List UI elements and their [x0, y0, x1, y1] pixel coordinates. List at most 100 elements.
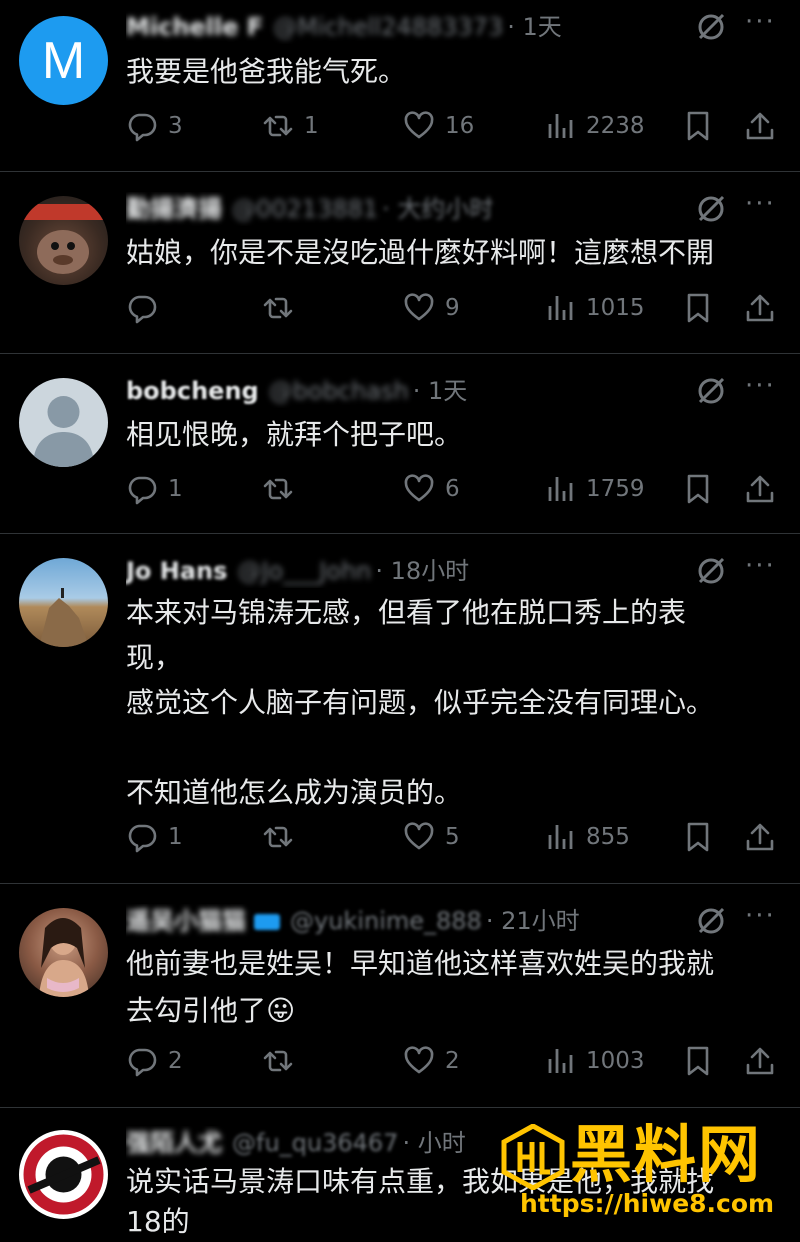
- timestamp[interactable]: · 大约小时: [382, 195, 493, 223]
- more-icon[interactable]: ···: [745, 553, 781, 588]
- retweet-icon: [262, 1045, 294, 1077]
- grok-icon[interactable]: [695, 193, 727, 225]
- retweet-button[interactable]: [262, 1039, 304, 1083]
- retweet-button[interactable]: 1: [262, 104, 319, 148]
- tweet-2[interactable]: 勤揚濟揚 @00213881 · 大约小时 ··· 姑娘，你是不是沒吃過什麼好料啊！…: [0, 172, 800, 352]
- grok-icon[interactable]: [695, 11, 727, 43]
- like-button[interactable]: 16: [403, 104, 474, 148]
- user-name[interactable]: 勤揚濟揚: [126, 195, 222, 223]
- retweet-button[interactable]: [262, 815, 304, 859]
- retweet-button[interactable]: [262, 467, 304, 511]
- reply-button[interactable]: 1: [126, 815, 183, 859]
- avatar[interactable]: [19, 558, 108, 647]
- reply-button[interactable]: 3: [126, 104, 183, 148]
- views-button[interactable]: 1015: [544, 286, 645, 330]
- tweet-5[interactable]: 遥吴小猫猫 @yukinime_888 · 21小时 ··· 他前妻也是姓吴！早知道…: [0, 884, 800, 1106]
- user-name[interactable]: Michelle F: [126, 13, 263, 41]
- timestamp[interactable]: · 小时: [402, 1129, 465, 1157]
- reply-button[interactable]: 1: [126, 467, 183, 511]
- reply-icon: [126, 473, 158, 505]
- user-handle[interactable]: @yukinime_888: [290, 907, 482, 935]
- share-icon: [744, 110, 776, 142]
- like-button[interactable]: 9: [403, 286, 460, 330]
- user-name[interactable]: 强陌人尤: [126, 1129, 222, 1157]
- bookmark-button[interactable]: [682, 815, 714, 859]
- tweet-actions: 1 6 1759: [126, 467, 786, 511]
- timestamp[interactable]: · 1天: [507, 13, 562, 41]
- tweet-actions: 2 2 1003: [126, 1039, 786, 1083]
- grok-icon[interactable]: [695, 375, 727, 407]
- user-handle[interactable]: @Jo___John: [237, 557, 371, 585]
- share-icon: [744, 473, 776, 505]
- views-count: 855: [586, 824, 630, 850]
- more-icon[interactable]: ···: [745, 9, 781, 44]
- share-button[interactable]: [744, 467, 776, 511]
- reply-icon: [126, 821, 158, 853]
- views-icon: [544, 1045, 576, 1077]
- tweet-3[interactable]: bobcheng @bobchash · 1天 ··· 相见恨晚，就拜个把子吧。 1…: [0, 354, 800, 532]
- share-button[interactable]: [744, 1039, 776, 1083]
- more-icon[interactable]: ···: [745, 191, 781, 226]
- retweet-button[interactable]: [262, 286, 304, 330]
- tweet-text: 姑娘，你是不是沒吃過什麼好料啊！這麼想不開: [126, 236, 715, 269]
- user-handle[interactable]: @fu_qu36467: [232, 1129, 398, 1157]
- retweet-count: 1: [304, 113, 319, 139]
- views-button[interactable]: 1759: [544, 467, 645, 511]
- share-button[interactable]: [744, 104, 776, 148]
- user-handle[interactable]: @Michell24883373: [273, 13, 503, 41]
- reply-icon: [126, 1045, 158, 1077]
- tweet-4[interactable]: Jo Hans @Jo___John · 18小时 ··· 本来对马锦涛无感，但看了…: [0, 534, 800, 882]
- user-name[interactable]: bobcheng: [126, 377, 259, 405]
- user-name[interactable]: Jo Hans: [126, 557, 227, 585]
- views-icon: [544, 821, 576, 853]
- views-button[interactable]: 1003: [544, 1039, 645, 1083]
- like-button[interactable]: 6: [403, 467, 460, 511]
- watermark-title: 黑料网: [570, 1118, 763, 1191]
- avatar[interactable]: [19, 378, 108, 467]
- views-button[interactable]: 2238: [544, 104, 645, 148]
- like-icon: [403, 110, 435, 142]
- views-count: 2238: [586, 113, 645, 139]
- user-handle[interactable]: @bobchash: [269, 377, 409, 405]
- bookmark-icon: [682, 110, 714, 142]
- avatar[interactable]: [19, 1130, 108, 1219]
- timestamp[interactable]: · 1天: [413, 377, 468, 405]
- share-button[interactable]: [744, 815, 776, 859]
- bookmark-button[interactable]: [682, 104, 714, 148]
- views-button[interactable]: 855: [544, 815, 630, 859]
- more-icon[interactable]: ···: [745, 903, 781, 938]
- like-count: 2: [445, 1048, 460, 1074]
- share-icon: [744, 821, 776, 853]
- user-name[interactable]: 遥吴小猫猫: [126, 907, 246, 935]
- views-count: 1759: [586, 476, 645, 502]
- bookmark-button[interactable]: [682, 1039, 714, 1083]
- timestamp[interactable]: · 21小时: [486, 907, 580, 935]
- tweet-text: 相见恨晚，就拜个把子吧。: [126, 418, 463, 451]
- avatar-letter: M: [41, 31, 86, 90]
- avatar[interactable]: M: [19, 16, 108, 105]
- share-icon: [744, 1045, 776, 1077]
- views-count: 1003: [586, 1048, 645, 1074]
- views-count: 1015: [586, 295, 645, 321]
- like-count: 5: [445, 824, 460, 850]
- grok-icon[interactable]: [695, 905, 727, 937]
- grok-icon[interactable]: [695, 555, 727, 587]
- like-button[interactable]: 2: [403, 1039, 460, 1083]
- timestamp[interactable]: · 18小时: [375, 557, 469, 585]
- watermark-logo-icon: [501, 1124, 565, 1190]
- retweet-icon: [262, 473, 294, 505]
- bookmark-button[interactable]: [682, 467, 714, 511]
- avatar[interactable]: [19, 196, 108, 285]
- reply-button[interactable]: [126, 286, 168, 330]
- user-handle[interactable]: @00213881: [232, 195, 378, 223]
- more-icon[interactable]: ···: [745, 373, 781, 408]
- like-button[interactable]: 5: [403, 815, 460, 859]
- avatar[interactable]: [19, 908, 108, 997]
- like-icon: [403, 821, 435, 853]
- share-icon: [744, 292, 776, 324]
- tweet-1[interactable]: M Michelle F @Michell24883373 · 1天 ··· 我要是…: [0, 0, 800, 170]
- share-button[interactable]: [744, 286, 776, 330]
- bookmark-button[interactable]: [682, 286, 714, 330]
- tweet-header: 遥吴小猫猫 @yukinime_888 · 21小时: [126, 904, 690, 938]
- reply-button[interactable]: 2: [126, 1039, 183, 1083]
